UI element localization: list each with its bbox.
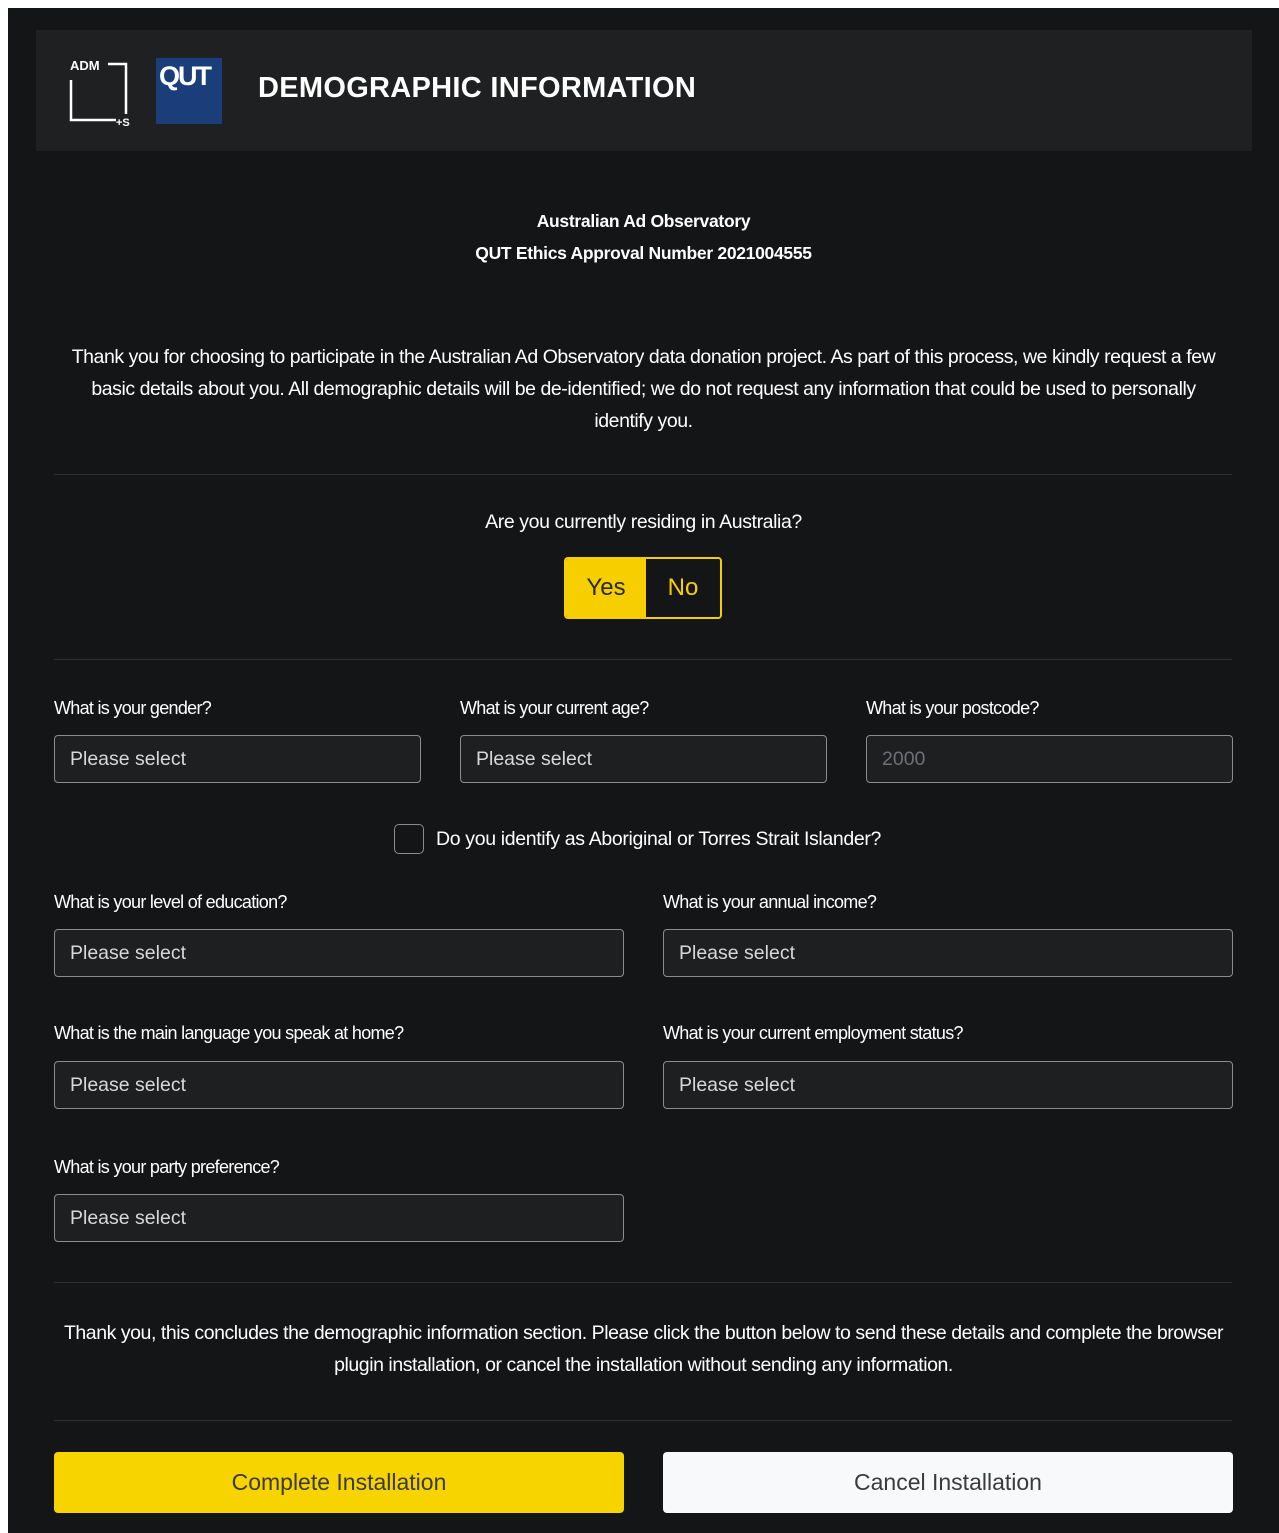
divider — [54, 1420, 1232, 1421]
gender-select[interactable]: Please select — [54, 735, 421, 783]
qut-logo-text: QUT — [159, 61, 212, 91]
aboriginal-checkbox-row: Do you identify as Aboriginal or Torres … — [394, 824, 881, 854]
postcode-label: What is your postcode? — [866, 698, 1039, 718]
education-select[interactable]: Please select — [54, 929, 624, 977]
residency-toggle: Yes No — [564, 557, 722, 619]
party-label: What is your party preference? — [54, 1157, 280, 1177]
language-label: What is the main language you speak at h… — [54, 1023, 404, 1043]
page-title: DEMOGRAPHIC INFORMATION — [258, 72, 697, 104]
adm-logo: ADM +S — [69, 58, 130, 128]
party-select[interactable]: Please select — [54, 1194, 624, 1242]
gender-label: What is your gender? — [54, 698, 212, 718]
cancel-installation-button[interactable]: Cancel Installation — [663, 1452, 1233, 1513]
qut-logo: QUT — [156, 58, 222, 124]
residency-question: Are you currently residing in Australia? — [485, 511, 802, 533]
language-select[interactable]: Please select — [54, 1061, 624, 1109]
yes-button[interactable]: Yes — [566, 559, 646, 617]
intro-text: Thank you for choosing to participate in… — [71, 346, 1216, 432]
education-label: What is your level of education? — [54, 892, 287, 912]
employment-select[interactable]: Please select — [663, 1061, 1233, 1109]
employment-label: What is your current employment status? — [663, 1023, 964, 1043]
age-label: What is your current age? — [460, 698, 649, 718]
project-name: Australian Ad Observatory — [536, 211, 751, 231]
ethics-approval-number: QUT Ethics Approval Number 2021004555 — [475, 243, 812, 263]
income-select[interactable]: Please select — [663, 929, 1233, 977]
divider — [54, 659, 1232, 660]
income-label: What is your annual income? — [663, 892, 877, 912]
postcode-input[interactable]: 2000 — [866, 735, 1233, 783]
svg-text:+S: +S — [116, 117, 130, 128]
outro-text: Thank you, this concludes the demographi… — [63, 1322, 1224, 1376]
svg-text:ADM: ADM — [70, 58, 100, 73]
age-select[interactable]: Please select — [460, 735, 827, 783]
complete-installation-button[interactable]: Complete Installation — [54, 1452, 624, 1513]
aboriginal-checkbox[interactable] — [394, 824, 424, 854]
page-header: ADM +S QUT DEMOGRAPHIC INFORMATION — [36, 30, 1252, 151]
divider — [54, 1282, 1232, 1283]
app-frame: ADM +S QUT DEMOGRAPHIC INFORMATION Austr… — [8, 8, 1279, 1533]
aboriginal-checkbox-label: Do you identify as Aboriginal or Torres … — [436, 827, 882, 850]
no-button[interactable]: No — [646, 559, 720, 617]
divider — [54, 474, 1232, 475]
